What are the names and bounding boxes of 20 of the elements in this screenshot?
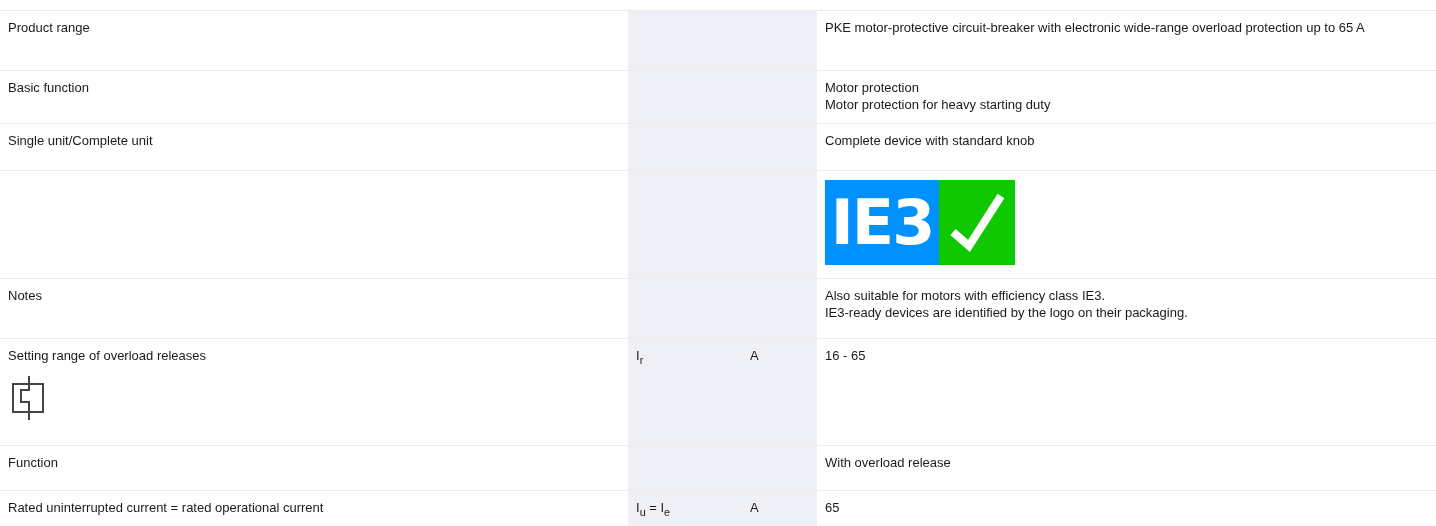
value-text: Motor protection Motor protection for heavy starting duty <box>825 79 1052 113</box>
table-cell: I$_{u}$ = I$_{e}$ <box>628 490 742 526</box>
value-text: Also suitable for motors with efficiency class IE3. IE3-ready devices are identified by the logo on their packaging. <box>825 287 1189 321</box>
row-label: Product range <box>8 19 91 36</box>
value-text: With overload release <box>825 454 952 471</box>
row-label: Basic function <box>8 79 90 96</box>
row-label: Rated uninterrupted current = rated operational current <box>8 499 325 516</box>
row-label: Setting range of overload releases <box>8 347 207 364</box>
value-text: Complete device with standard knob <box>825 132 1036 149</box>
table-cell: A <box>742 338 817 445</box>
value-text: 65 <box>825 499 841 516</box>
table-cell: I$_{r}$ <box>628 338 742 445</box>
logo-text: IE3 <box>825 180 939 265</box>
row-label: Single unit/Complete unit <box>8 132 154 149</box>
table-cell: A <box>742 490 817 526</box>
checkmark-icon <box>949 191 1005 254</box>
row-label: Function <box>8 454 59 471</box>
value-text: 16 - 65 <box>825 347 867 364</box>
row-label: Notes <box>8 287 43 304</box>
value-text: PKE motor-protective circuit-breaker with electronic wide-range overload protection up to 65 A <box>825 19 1366 36</box>
